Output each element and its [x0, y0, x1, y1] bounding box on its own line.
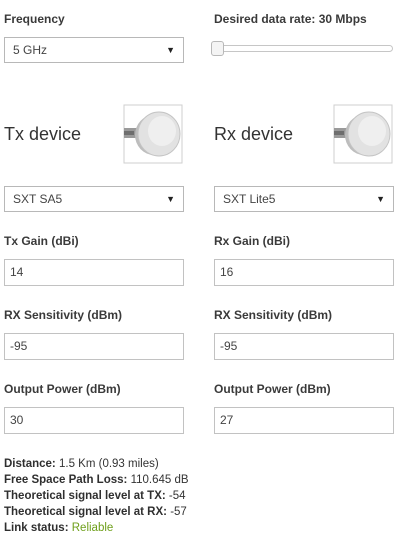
rx-signal-label: Theoretical signal level at RX:: [4, 506, 167, 518]
tx-gain-label: Tx Gain (dBi): [4, 234, 79, 248]
tx-output-power-label: Output Power (dBm): [4, 382, 121, 396]
fspl-value: 110.645 dB: [130, 474, 189, 486]
tx-device-select[interactable]: SXT SA5 ▼: [4, 186, 184, 212]
distance-line: Distance: 1.5 Km (0.93 miles): [4, 458, 159, 470]
tx-gain-input[interactable]: 14: [4, 259, 184, 286]
frequency-selected-value: 5 GHz: [13, 43, 48, 57]
link-status-label: Link status:: [4, 522, 69, 534]
sxt-antenna-icon: [333, 104, 393, 164]
rx-device-select[interactable]: SXT Lite5 ▼: [214, 186, 394, 212]
distance-label: Distance:: [4, 458, 56, 470]
caret-down-icon: ▼: [166, 45, 175, 55]
frequency-label: Frequency: [4, 12, 65, 26]
tx-signal-value: -54: [168, 490, 186, 502]
fspl-label: Free Space Path Loss:: [4, 474, 128, 486]
rx-output-power-input[interactable]: 27: [214, 407, 394, 434]
rx-rx-sensitivity-label: RX Sensitivity (dBm): [214, 308, 333, 322]
fspl-line: Free Space Path Loss: 110.645 dB: [4, 474, 189, 486]
rx-gain-input[interactable]: 16: [214, 259, 394, 286]
link-status-value: Reliable: [71, 522, 114, 534]
caret-down-icon: ▼: [166, 194, 175, 204]
link-status-line: Link status: Reliable: [4, 522, 113, 534]
tx-device-selected-value: SXT SA5: [13, 192, 63, 206]
tx-signal-label: Theoretical signal level at TX:: [4, 490, 166, 502]
data-rate-label: Desired data rate: 30 Mbps: [214, 12, 367, 26]
rx-signal-line: Theoretical signal level at RX: -57: [4, 506, 187, 518]
rx-signal-value: -57: [170, 506, 187, 518]
rx-gain-label: Rx Gain (dBi): [214, 234, 291, 248]
tx-device-title: Tx device: [4, 124, 82, 144]
tx-rx-sensitivity-label: RX Sensitivity (dBm): [4, 308, 123, 322]
rx-output-power-label: Output Power (dBm): [214, 382, 331, 396]
sxt-antenna-icon: [123, 104, 183, 164]
distance-value: 1.5 Km (0.93 miles): [58, 458, 159, 470]
data-rate-slider[interactable]: [213, 45, 393, 52]
frequency-select[interactable]: 5 GHz ▼: [4, 37, 184, 63]
caret-down-icon: ▼: [376, 194, 385, 204]
tx-rx-sensitivity-input[interactable]: -95: [4, 333, 184, 360]
rx-device-selected-value: SXT Lite5: [223, 192, 276, 206]
tx-output-power-input[interactable]: 30: [4, 407, 184, 434]
data-rate-slider-handle[interactable]: [211, 41, 224, 56]
rx-rx-sensitivity-input[interactable]: -95: [214, 333, 394, 360]
tx-signal-line: Theoretical signal level at TX: -54: [4, 490, 186, 502]
rx-device-title: Rx device: [214, 124, 294, 144]
